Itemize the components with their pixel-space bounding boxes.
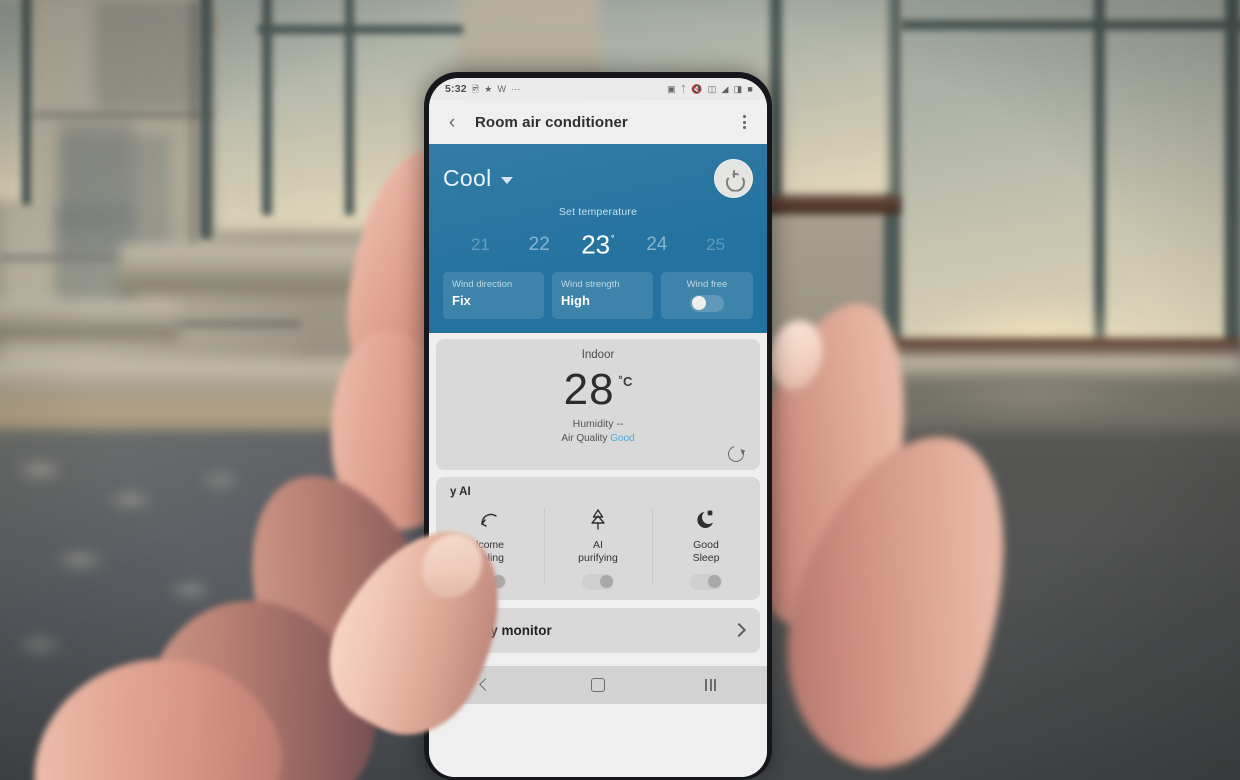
indoor-temperature-value: 28: [563, 364, 615, 414]
good-sleep-icon: [692, 506, 720, 534]
refresh-row: [448, 442, 748, 465]
app-bar: ‹ Room air conditioner: [429, 100, 767, 144]
ai-purifying-toggle[interactable]: [582, 573, 614, 590]
nav-recents-button[interactable]: [685, 673, 737, 697]
ai-purifying-icon: [584, 506, 612, 534]
toggle-knob: [691, 296, 706, 311]
more-icon: ⋯: [511, 83, 521, 94]
indoor-temperature-unit: ˚C: [618, 373, 633, 389]
more-options-icon[interactable]: [733, 111, 755, 133]
ac-control-panel: Cool Set temperature 21 22 23˚ 24 25 Win…: [429, 144, 767, 333]
temperature-scale[interactable]: 21 22 23˚ 24 25: [443, 220, 753, 262]
signal-icon: ◨: [733, 83, 743, 94]
status-bar-left: 5:32 🖻 ★ W ⋯: [445, 83, 520, 95]
w-app-icon: W: [497, 83, 507, 94]
nav-home-button[interactable]: [572, 673, 624, 697]
temp-option-22[interactable]: 22: [510, 228, 569, 262]
temp-option-21[interactable]: 21: [451, 228, 510, 262]
wind-strength-value: High: [561, 292, 590, 308]
status-bar-right: ▣ ᛏ 🔇 ◫ ◢ ◨ ■: [667, 83, 753, 94]
temp-selected-value: 23: [581, 229, 611, 260]
status-bar: 5:32 🖻 ★ W ⋯ ▣ ᛏ 🔇 ◫ ◢ ◨ ■: [429, 78, 767, 100]
wind-direction-value: Fix: [452, 292, 471, 308]
temp-option-23-selected[interactable]: 23˚: [569, 224, 628, 262]
image-icon: 🖻: [471, 83, 480, 94]
power-button[interactable]: [714, 158, 753, 198]
mode-selector[interactable]: Cool: [443, 165, 513, 192]
wind-free-toggle[interactable]: [690, 294, 724, 312]
air-quality-value: Good: [610, 432, 635, 444]
kebab-dot: [742, 120, 746, 124]
wind-controls-row: Wind direction Fix Wind strength High Wi…: [443, 271, 753, 319]
ai-label-line1: Good: [693, 538, 719, 551]
mode-label: Cool: [443, 164, 492, 191]
wind-strength-label: Wind strength: [561, 278, 620, 290]
ai-section-title: y AI: [450, 485, 471, 498]
wifi-icon: ◢: [721, 83, 729, 94]
degree-symbol: ˚: [611, 235, 615, 247]
ai-label-line1: AI: [593, 538, 603, 551]
toggle-knob: [599, 575, 613, 589]
indoor-title: Indoor: [581, 348, 615, 361]
refresh-icon[interactable]: [725, 442, 747, 465]
star-icon: ★: [484, 83, 493, 94]
ai-feature-good-sleep[interactable]: Good Sleep: [652, 502, 760, 590]
mute-icon: 🔇: [691, 83, 703, 94]
good-sleep-toggle[interactable]: [690, 573, 722, 590]
nfc-icon: ◫: [707, 83, 717, 94]
wind-direction-button[interactable]: Wind direction Fix: [443, 271, 544, 319]
wind-free-label: Wind free: [686, 278, 728, 290]
bluetooth-icon: ᛏ: [680, 83, 687, 94]
chevron-down-icon: [500, 177, 513, 184]
wind-strength-button[interactable]: Wind strength High: [552, 271, 653, 319]
recents-icon: [705, 678, 716, 691]
ai-feature-ai-purifying[interactable]: AI purifying: [544, 502, 652, 590]
indoor-status-card: Indoor 28 ˚C Humidity -- Air Quality Goo…: [436, 338, 760, 470]
wind-direction-label: Wind direction: [452, 278, 513, 290]
ai-feature-label: AI purifying: [578, 539, 618, 566]
set-temperature-label: Set temperature: [558, 206, 638, 218]
ai-feature-label: Good Sleep: [693, 539, 720, 566]
kebab-dot: [742, 115, 746, 118]
pointing-finger: [304, 502, 536, 758]
temp-option-24[interactable]: 24: [627, 228, 686, 262]
air-quality-readout: Air Quality Good: [448, 433, 748, 444]
status-time: 5:32: [445, 83, 467, 95]
battery-icon: ■: [747, 83, 753, 94]
indoor-temperature-row: 28 ˚C: [448, 365, 748, 415]
kebab-dot: [742, 126, 746, 129]
temp-option-25[interactable]: 25: [686, 228, 745, 262]
back-arrow-icon[interactable]: ‹: [441, 111, 463, 133]
ai-label-line2: purifying: [578, 552, 618, 565]
air-quality-label: Air Quality: [561, 432, 608, 444]
wind-free-card[interactable]: Wind free: [661, 271, 753, 319]
sdcard-icon: ▣: [667, 83, 676, 94]
page-title: Room air conditioner: [475, 113, 628, 131]
humidity-readout: Humidity --: [572, 417, 624, 430]
home-icon: [590, 677, 605, 692]
power-icon: [725, 169, 742, 187]
ai-label-line2: Sleep: [692, 552, 720, 565]
chevron-right-icon: [731, 623, 747, 638]
toggle-knob: [707, 575, 721, 589]
mode-row: Cool: [443, 156, 753, 200]
